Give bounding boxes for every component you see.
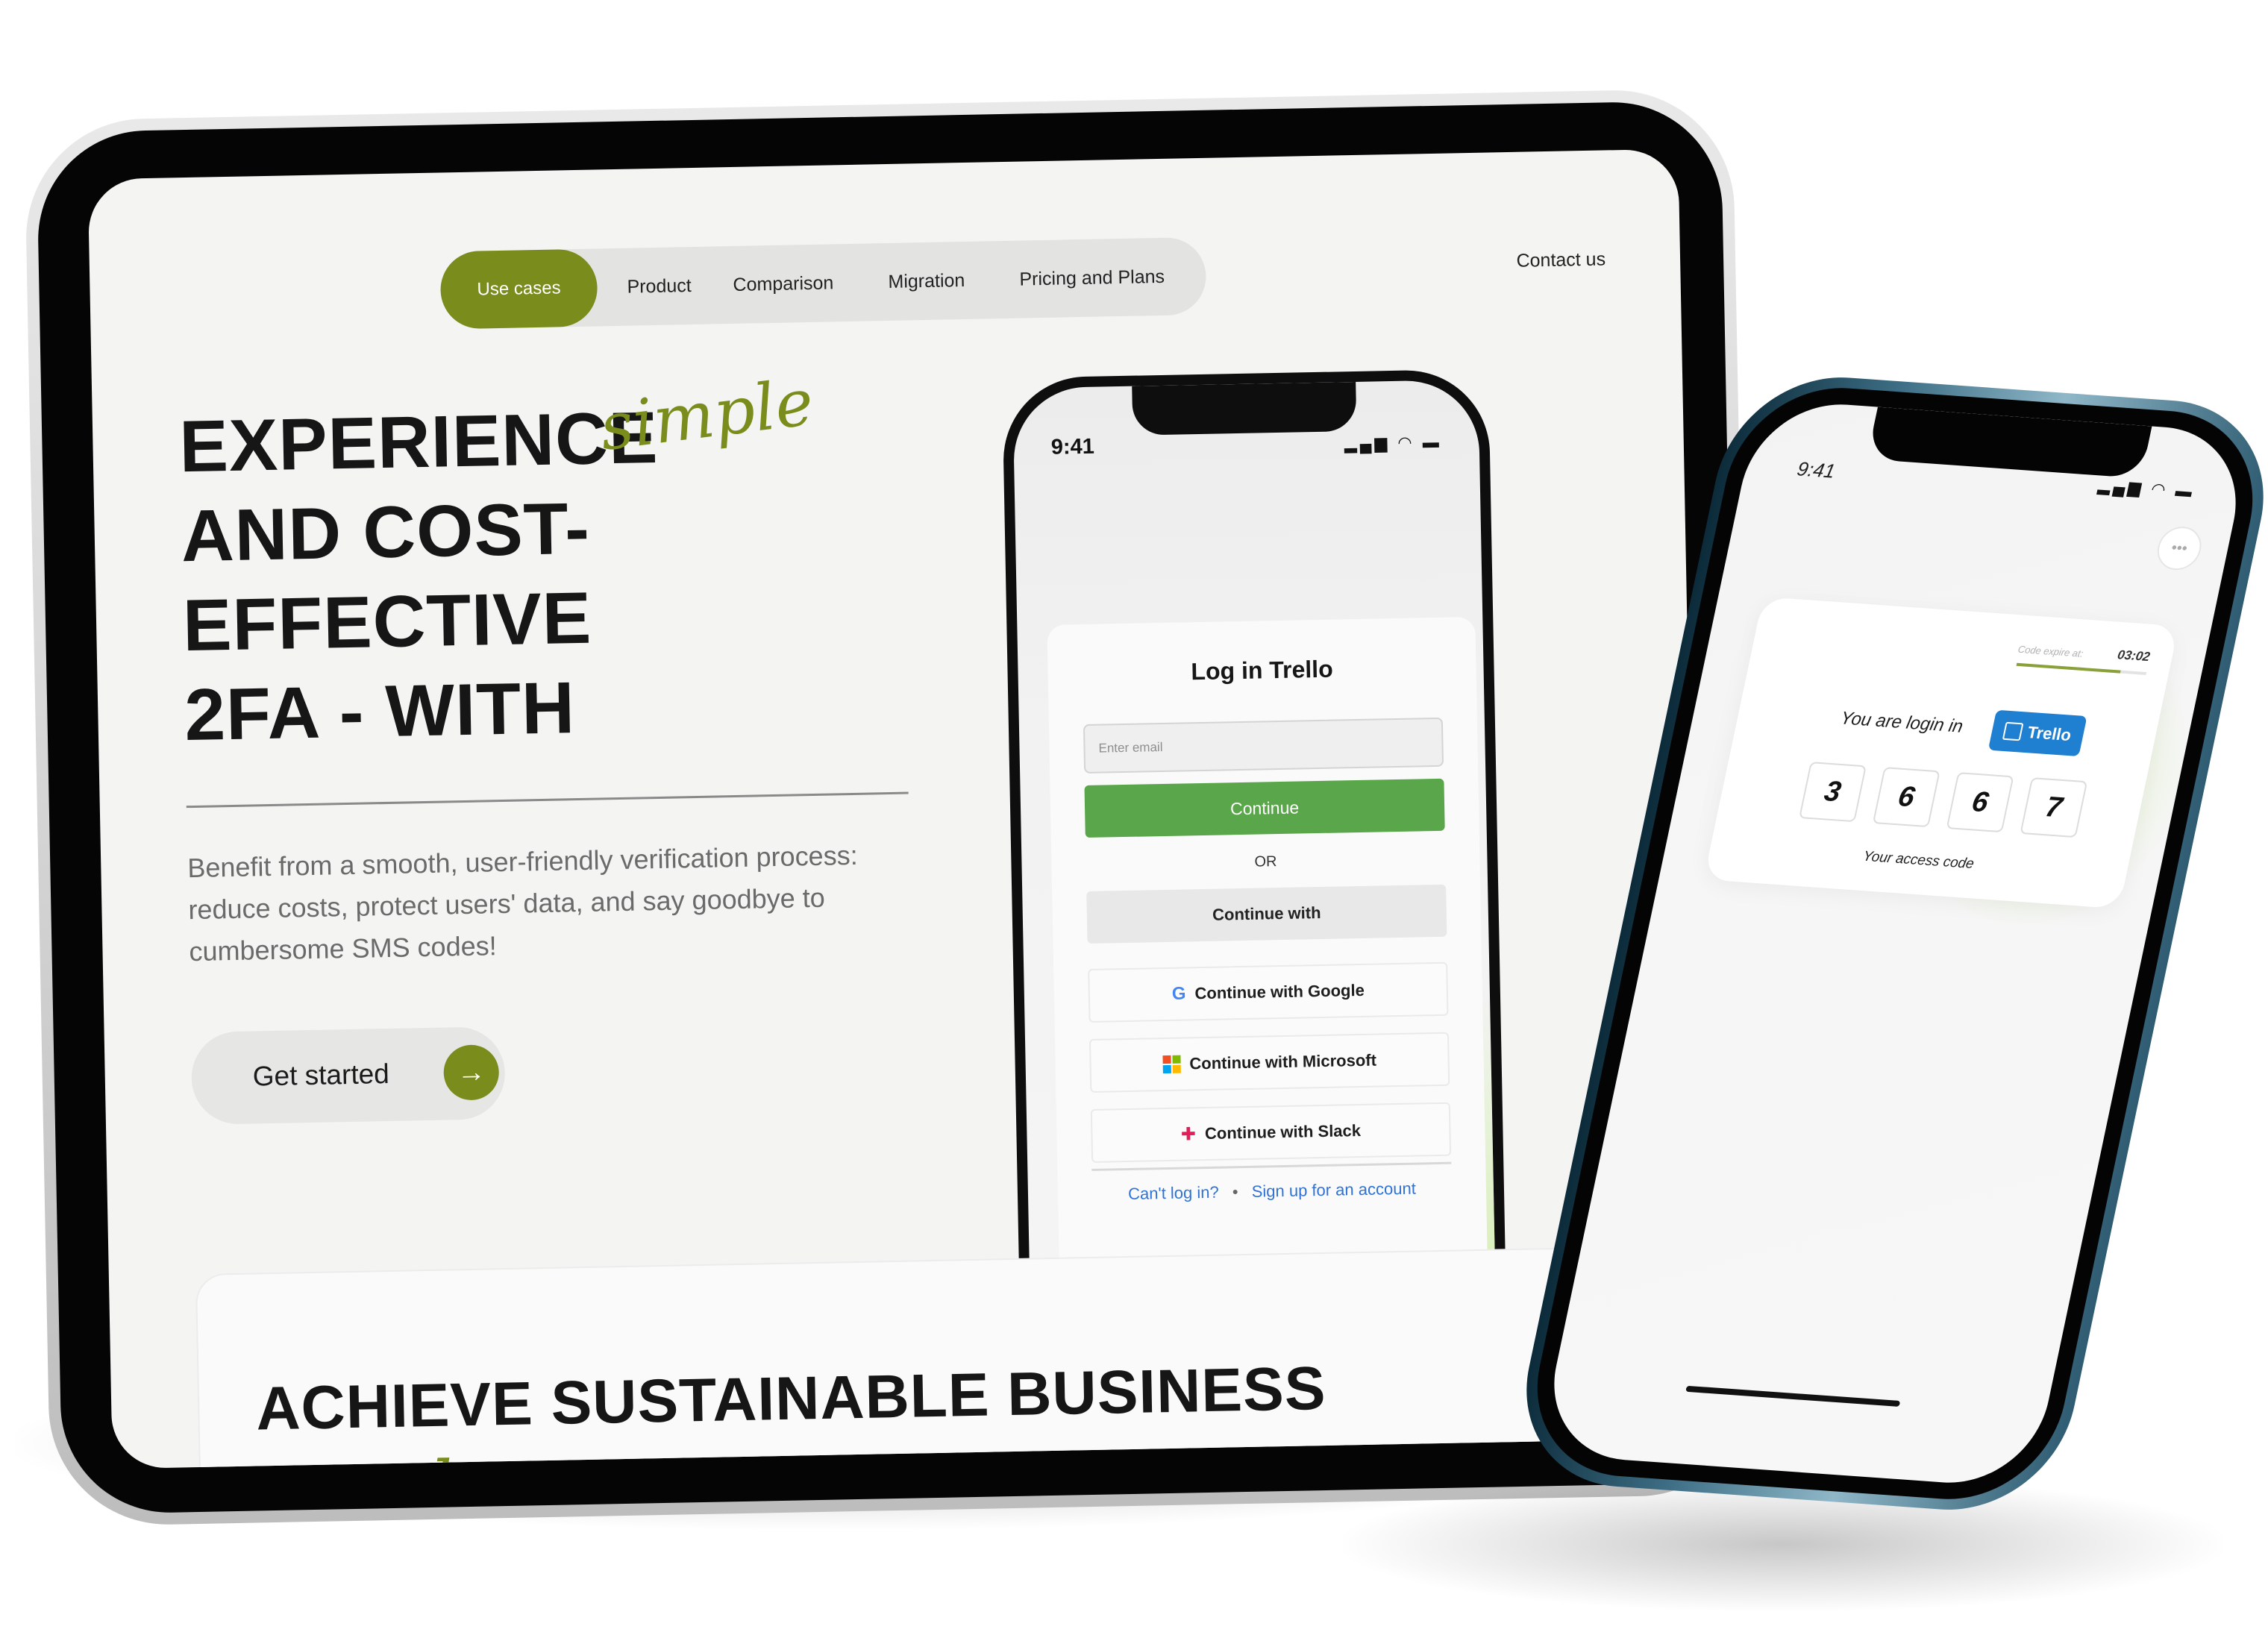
signal-icon: ▂▄▆ bbox=[2096, 475, 2146, 498]
microsoft-sso-label: Continue with Microsoft bbox=[1189, 1050, 1377, 1073]
battery-icon: ▬ bbox=[2173, 480, 2197, 501]
status-icons: ▂▄▆ ◠ ▬ bbox=[2096, 476, 2197, 502]
slack-sso-label: Continue with Slack bbox=[1204, 1121, 1362, 1143]
continue-button[interactable]: Continue bbox=[1084, 778, 1445, 838]
nav-item-pricing[interactable]: Pricing and Plans bbox=[1018, 238, 1165, 318]
status-icons: ▂▄▆ ◠ ▬ bbox=[1344, 433, 1442, 454]
nav-item-comparison[interactable]: Comparison bbox=[733, 244, 835, 324]
login-title: Log in Trello bbox=[1191, 655, 1333, 685]
section-script-word: growth bbox=[230, 1446, 474, 1469]
phone-notch bbox=[1867, 407, 2152, 479]
contact-us-link[interactable]: Contact us bbox=[1516, 248, 1606, 272]
code-digit: 7 bbox=[2020, 777, 2088, 838]
access-code-label: Your access code bbox=[1861, 848, 1976, 873]
trello-badge-label: Trello bbox=[2026, 722, 2073, 745]
card-divider bbox=[1091, 1161, 1452, 1171]
trello-badge: Trello bbox=[1987, 709, 2087, 757]
signup-link[interactable]: Sign up for an account bbox=[1251, 1179, 1416, 1201]
continue-with-button[interactable]: Continue with bbox=[1086, 884, 1447, 944]
slack-icon: ✚ bbox=[1180, 1123, 1197, 1145]
expire-progress-bar bbox=[2016, 662, 2147, 676]
nav-item-product[interactable]: Product bbox=[627, 247, 692, 326]
inner-phone-mockup: 9:41 ▂▄▆ ◠ ▬ Log in Trello Continue OR C… bbox=[1001, 368, 1506, 1273]
status-time: 9:41 bbox=[1050, 434, 1095, 459]
wifi-icon: ◠ bbox=[1397, 433, 1415, 452]
code-expire-time: 03:02 bbox=[2116, 647, 2152, 665]
tablet-device: Use cases Product Comparison Migration P… bbox=[24, 88, 1759, 1527]
top-nav: Use cases Product Comparison Migration P… bbox=[439, 236, 1207, 330]
code-digit: 6 bbox=[1872, 767, 1940, 828]
section-title: ACHIEVE SUSTAINABLE BUSINESS bbox=[255, 1354, 1327, 1443]
hero-title-line3: 2FA - WITH bbox=[184, 666, 576, 756]
google-sso-label: Continue with Google bbox=[1194, 980, 1365, 1003]
code-expire-label: Code expire at: bbox=[2017, 643, 2084, 659]
hero-description: Benefit from a smooth, user-friendly ver… bbox=[187, 839, 858, 967]
section-card: ACHIEVE SUSTAINABLE BUSINESS growth WITH… bbox=[195, 1244, 1703, 1469]
login-in-label: You are login in bbox=[1838, 708, 1965, 737]
expire-progress-fill bbox=[2016, 662, 2121, 674]
wifi-icon: ◠ bbox=[2149, 479, 2171, 500]
nav-item-migration[interactable]: Migration bbox=[887, 242, 965, 321]
arrow-right-icon: → bbox=[443, 1044, 500, 1101]
email-field[interactable] bbox=[1083, 717, 1444, 774]
hero-divider bbox=[186, 791, 909, 809]
tablet-screen: Use cases Product Comparison Migration P… bbox=[87, 148, 1703, 1469]
cant-login-link[interactable]: Can't log in? bbox=[1128, 1183, 1219, 1203]
phone-notch bbox=[1132, 381, 1357, 436]
tablet-bezel: Use cases Product Comparison Migration P… bbox=[36, 100, 1747, 1515]
get-started-label: Get started bbox=[252, 1058, 390, 1092]
access-code-digits: 3 6 6 7 bbox=[1798, 762, 2088, 838]
battery-icon: ▬ bbox=[1422, 432, 1442, 452]
microsoft-sso-button[interactable]: Continue with Microsoft bbox=[1089, 1032, 1450, 1093]
access-code-card: Code expire at: 03:02 You are login in T… bbox=[1703, 596, 2179, 909]
home-indicator bbox=[1685, 1385, 1901, 1407]
get-started-button[interactable]: Get started → bbox=[190, 1026, 506, 1126]
inner-phone-screen: 9:41 ▂▄▆ ◠ ▬ Log in Trello Continue OR C… bbox=[1012, 379, 1495, 1273]
or-divider-label: OR bbox=[1254, 853, 1277, 870]
google-icon: G bbox=[1171, 983, 1186, 1004]
google-sso-button[interactable]: G Continue with Google bbox=[1088, 961, 1449, 1023]
login-links: Can't log in? • Sign up for an account bbox=[1058, 1178, 1486, 1205]
status-time: 9:41 bbox=[1795, 457, 1838, 483]
nav-item-use-cases[interactable]: Use cases bbox=[439, 248, 598, 330]
more-options-icon[interactable]: ••• bbox=[2153, 525, 2205, 572]
trello-icon bbox=[2002, 721, 2024, 741]
link-separator: • bbox=[1232, 1182, 1238, 1202]
section-subtitle: WITH SECURE 2FA bbox=[484, 1446, 1054, 1469]
slack-sso-button[interactable]: ✚ Continue with Slack bbox=[1090, 1102, 1452, 1163]
signal-icon: ▂▄▆ bbox=[1344, 433, 1391, 454]
hero-title-line2: AND COST-EFFECTIVE bbox=[180, 486, 593, 667]
microsoft-icon bbox=[1162, 1055, 1181, 1074]
login-card: Log in Trello Continue OR Continue with … bbox=[1047, 616, 1488, 1273]
code-digit: 6 bbox=[1946, 772, 2014, 833]
code-digit: 3 bbox=[1798, 762, 1867, 823]
hero-title: EXPERIENCE AND COST-EFFECTIVE 2FA - WITH bbox=[178, 387, 931, 759]
